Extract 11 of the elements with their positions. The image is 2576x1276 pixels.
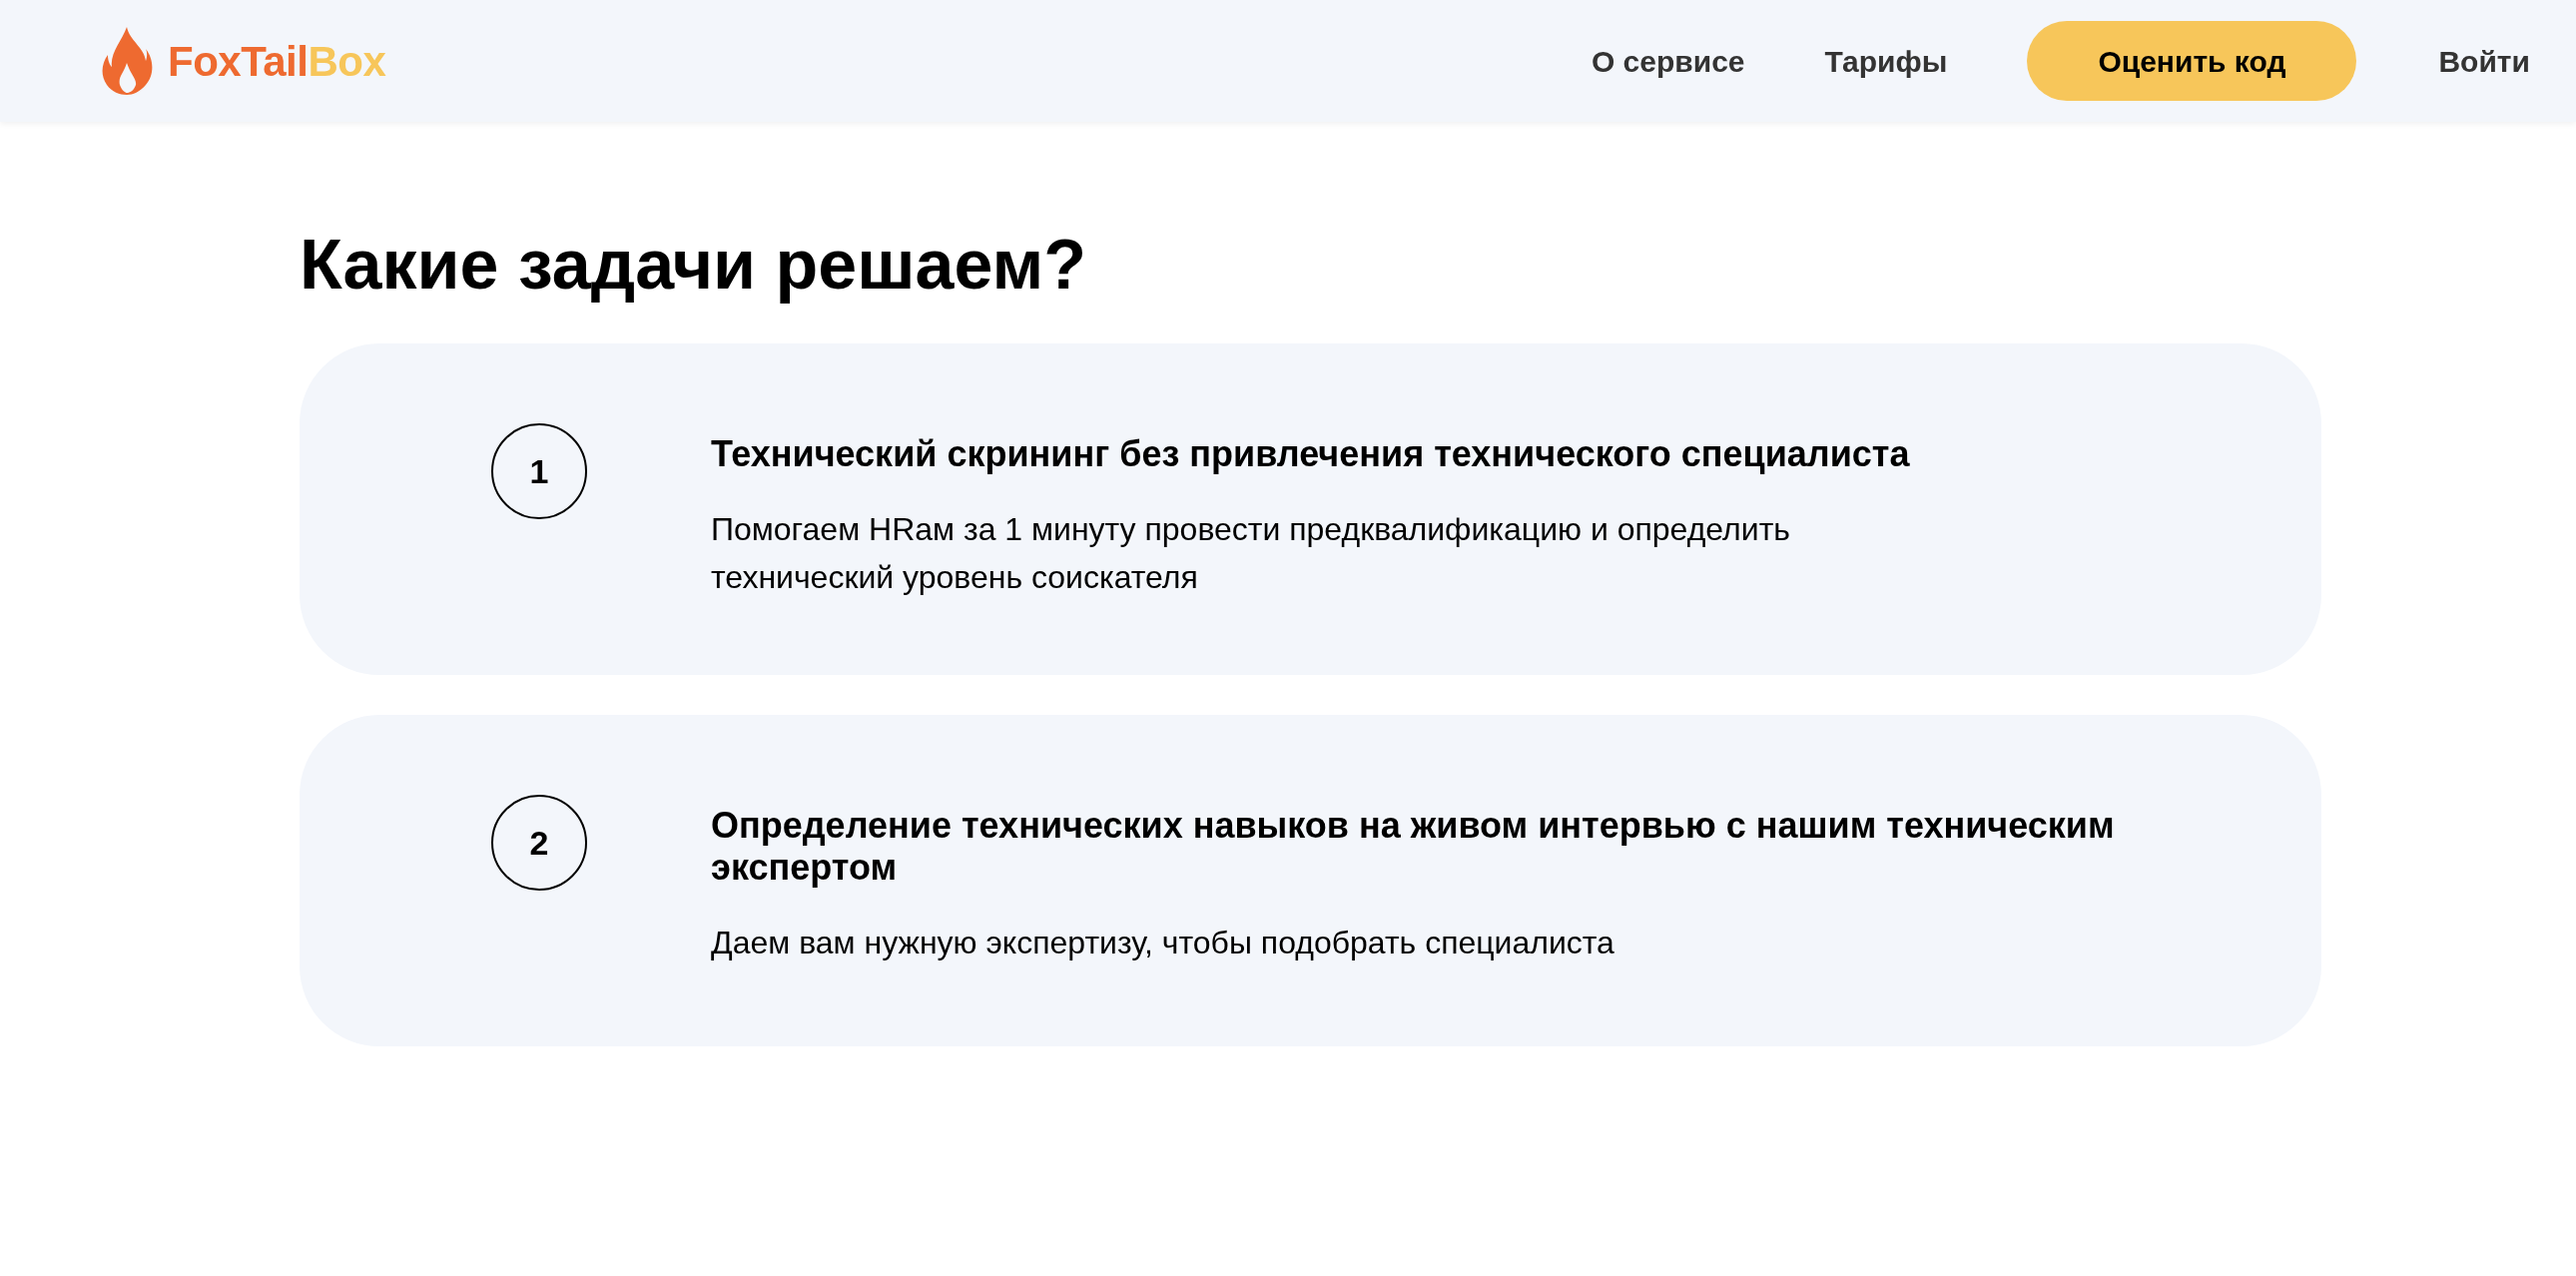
task-description: Даем вам нужную экспертизу, чтобы подобрать специалиста — [711, 924, 1615, 962]
step-number: 2 — [491, 795, 587, 891]
task-title: Технический скрининг без привлечения технического специалиста — [711, 433, 1911, 475]
task-title: Определение технических навыков на живом интервью с нашим техническим экспертом — [711, 805, 2116, 889]
task-description: Помогаем HRам за 1 минуту провести предквалификацию и определить технический уровень соискателя — [711, 510, 1791, 597]
rate-code-button[interactable]: Оценить код — [2027, 21, 2357, 101]
nav-link[interactable]: Тарифы — [1824, 38, 1948, 84]
nav-link[interactable]: Войти — [2438, 38, 2530, 84]
flame-icon — [100, 27, 154, 95]
step-number: 1 — [491, 423, 587, 519]
nav-link[interactable]: О сервисе — [1591, 38, 1745, 84]
